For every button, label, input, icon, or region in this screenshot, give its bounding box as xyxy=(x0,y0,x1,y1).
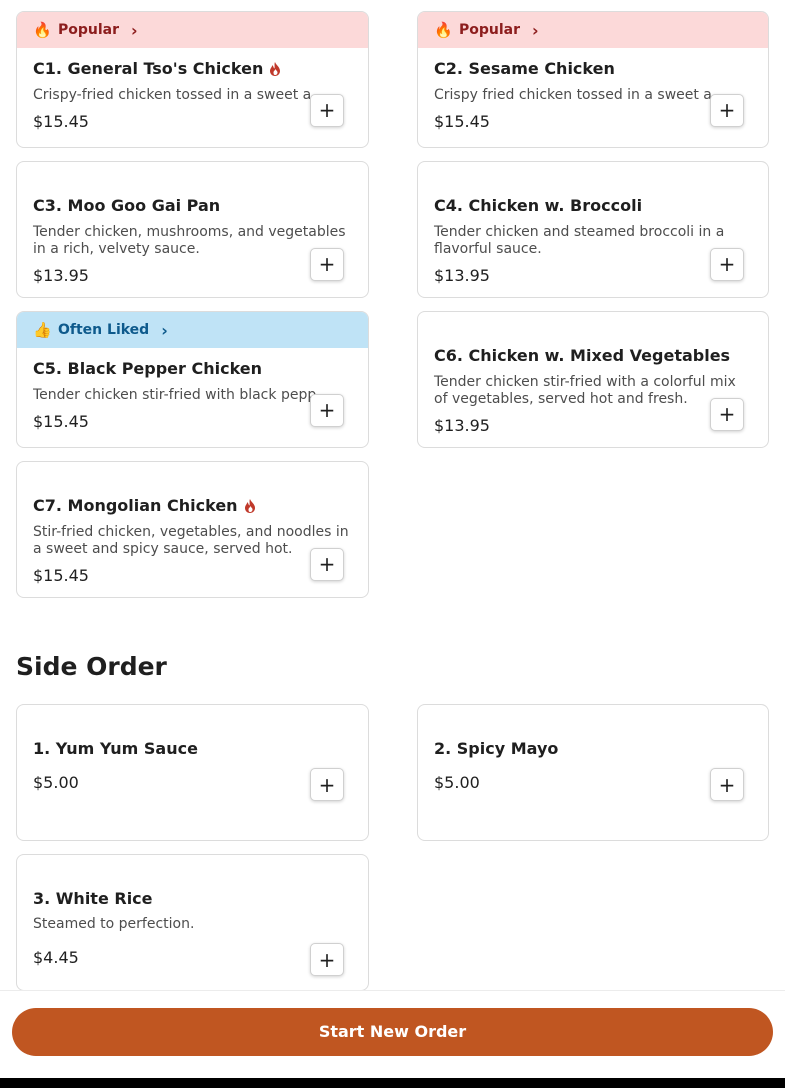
add-item-button[interactable]: + xyxy=(310,93,344,127)
menu-item-title: C1. General Tso's Chicken xyxy=(33,59,264,78)
add-item-button[interactable]: + xyxy=(710,768,744,801)
menu-item-card[interactable]: 🔥 Popular › C2. Sesame Chicken Crispy fried … xyxy=(417,11,769,148)
menu-item-description: Stir-fried chicken, vegetables, and nood… xyxy=(33,524,349,557)
menu-item-title: C2. Sesame Chicken xyxy=(434,59,615,78)
menu-item-description: Tender chicken, mushrooms, and vegetable… xyxy=(33,224,346,257)
menu-item-price: $15.45 xyxy=(33,412,89,431)
menu-item-price: $13.95 xyxy=(33,266,89,285)
often-liked-badge[interactable]: 👍👍 Often Liked › xyxy=(17,312,368,348)
menu-item-name: C6. Chicken w. Mixed Vegetables xyxy=(434,346,752,365)
menu-item-title: C7. Mongolian Chicken xyxy=(33,496,238,515)
add-item-button[interactable]: + xyxy=(310,247,344,281)
footer-bar: Start New Order xyxy=(0,990,785,1078)
menu-item-description: Steamed to perfection. xyxy=(33,916,195,932)
popular-badge[interactable]: 🔥 Popular › xyxy=(418,12,768,48)
add-item-button[interactable]: + xyxy=(310,943,344,976)
side-item-card[interactable]: 1. Yum Yum Sauce $5.00 + xyxy=(16,704,369,841)
menu-item-description: Tender chicken and steamed broccoli in a… xyxy=(434,224,725,257)
menu-item-name: C3. Moo Goo Gai Pan xyxy=(33,196,352,215)
menu-item-name: C7. Mongolian Chicken xyxy=(33,496,352,515)
menu-item-card[interactable]: C4. Chicken w. Broccoli Tender chicken an… xyxy=(417,161,769,298)
menu-item-card[interactable]: 🔥 Popular › C1. General Tso's Chicken Crispy… xyxy=(16,11,369,148)
menu-item-price: $15.45 xyxy=(434,112,490,131)
menu-item-title: 1. Yum Yum Sauce xyxy=(33,739,198,758)
menu-item-name: 2. Spicy Mayo xyxy=(434,739,752,758)
chevron-right-icon: › xyxy=(532,20,539,40)
side-order-grid: 1. Yum Yum Sauce $5.00 +2. Spicy Mayo $5.00… xyxy=(16,704,769,991)
menu-item-price: $13.95 xyxy=(434,416,490,435)
menu-item-card[interactable]: 👍👍 Often Liked › C5. Black Pepper Chicken Te… xyxy=(16,311,369,448)
menu-item-price: $4.45 xyxy=(33,948,79,967)
menu-item-title: C4. Chicken w. Broccoli xyxy=(434,196,643,215)
spicy-flame-icon xyxy=(270,61,281,76)
fire-emoji-icon: 🔥 xyxy=(434,21,451,39)
menu-item-description: Crispy fried chicken tossed in a sweet a… xyxy=(434,87,726,103)
menu-item-name: C4. Chicken w. Broccoli xyxy=(434,196,752,215)
add-item-button[interactable]: + xyxy=(310,768,344,801)
badge-label: Often Liked xyxy=(58,322,150,338)
side-item-card[interactable]: 2. Spicy Mayo $5.00 + xyxy=(417,704,769,841)
menu-item-card[interactable]: C3. Moo Goo Gai Pan Tender chicken, mushr… xyxy=(16,161,369,298)
add-item-button[interactable]: + xyxy=(710,397,744,431)
menu-item-card[interactable]: C7. Mongolian Chicken Stir-fried chicken,… xyxy=(16,461,369,598)
menu-item-title: 2. Spicy Mayo xyxy=(434,739,559,758)
menu-item-title: C5. Black Pepper Chicken xyxy=(33,359,263,378)
add-item-button[interactable]: + xyxy=(310,393,344,427)
badge-label: Popular xyxy=(58,22,120,38)
chevron-right-icon: › xyxy=(131,20,138,40)
menu-item-title: C3. Moo Goo Gai Pan xyxy=(33,196,221,215)
fire-emoji-icon: 🔥 xyxy=(33,21,50,39)
menu-item-name: 3. White Rice xyxy=(33,889,352,908)
side-item-card[interactable]: 3. White Rice Steamed to perfection. $4.45… xyxy=(16,854,369,991)
menu-item-price: $15.45 xyxy=(33,112,89,131)
start-new-order-button[interactable]: Start New Order xyxy=(12,1008,773,1056)
system-bottom-bar xyxy=(0,1078,785,1088)
menu-item-card[interactable]: C6. Chicken w. Mixed Vegetables Tender ch… xyxy=(417,311,769,448)
menu-item-price: $13.95 xyxy=(434,266,490,285)
spicy-flame-icon xyxy=(244,498,255,513)
menu-item-price: $5.00 xyxy=(33,773,79,792)
menu-item-description: Tender chicken stir-fried with a colorfu… xyxy=(434,374,736,407)
menu-item-title: C6. Chicken w. Mixed Vegetables xyxy=(434,346,731,365)
section-title-side-order: Side Order xyxy=(16,652,167,681)
popular-badge[interactable]: 🔥 Popular › xyxy=(17,12,368,48)
add-item-button[interactable]: + xyxy=(310,547,344,581)
chicken-menu-grid: 🔥 Popular › C1. General Tso's Chicken Crispy… xyxy=(16,11,769,598)
thumbs-up-emoji-icon: 👍👍 xyxy=(33,321,50,339)
menu-item-name: C2. Sesame Chicken xyxy=(434,59,752,78)
badge-label: Popular xyxy=(459,22,521,38)
add-item-button[interactable]: + xyxy=(710,93,744,127)
menu-item-title: 3. White Rice xyxy=(33,889,153,908)
menu-item-name: 1. Yum Yum Sauce xyxy=(33,739,352,758)
add-item-button[interactable]: + xyxy=(710,247,744,281)
chevron-right-icon: › xyxy=(161,320,168,340)
menu-item-description: Tender chicken stir-fried with black pep… xyxy=(33,387,329,403)
menu-item-price: $5.00 xyxy=(434,773,480,792)
menu-item-description: Crispy-fried chicken tossed in a sweet a… xyxy=(33,87,325,103)
menu-item-price: $15.45 xyxy=(33,566,89,585)
menu-item-name: C5. Black Pepper Chicken xyxy=(33,359,352,378)
menu-item-name: C1. General Tso's Chicken xyxy=(33,59,352,78)
